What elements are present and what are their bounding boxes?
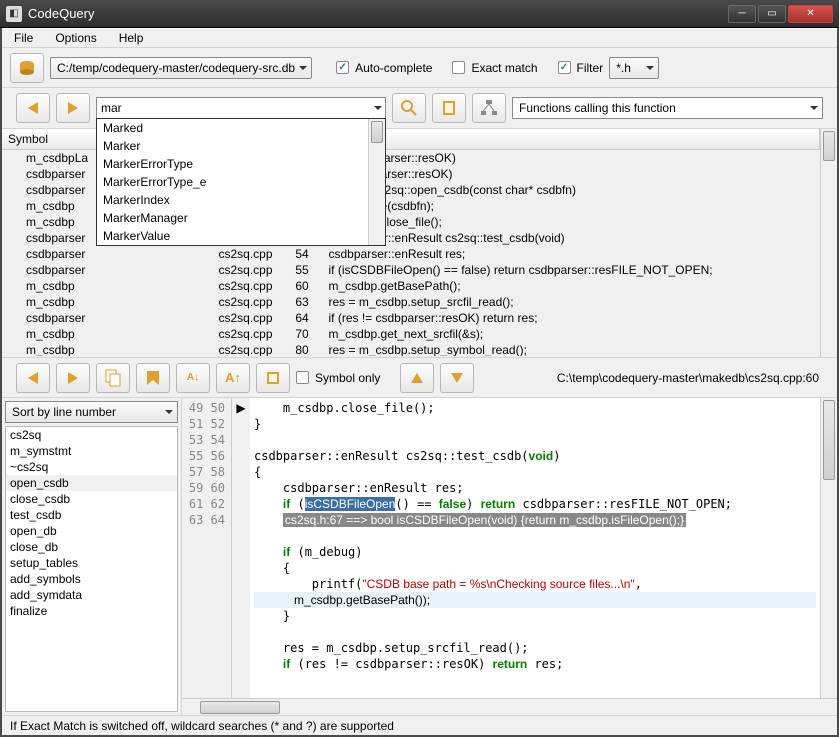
scrollbar[interactable] — [368, 119, 385, 245]
font-smaller-button[interactable]: A↓ — [176, 363, 210, 393]
menu-file[interactable]: File — [10, 29, 37, 47]
function-list-pane: Sort by line number cs2sqm_symstmt~cs2sq… — [2, 398, 182, 715]
back-button[interactable] — [16, 93, 50, 123]
autocomplete-item[interactable]: MarkerIndex — [97, 191, 368, 209]
result-row[interactable]: csdbparsercs2sq.cpp55if (isCSDBFileOpen(… — [2, 262, 820, 278]
checkbox-icon — [336, 61, 349, 74]
chevron-down-icon — [646, 66, 654, 70]
function-list-item[interactable]: close_csdb — [6, 491, 177, 507]
autocomplete-item[interactable]: Marked — [97, 119, 368, 137]
file-path-label: C:\temp\codequery-master\makedb\cs2sq.cp… — [480, 371, 823, 385]
sort-dropdown[interactable]: Sort by line number — [5, 401, 178, 423]
db-path-text: C:/temp/codequery-master/codequery-src.d… — [57, 61, 295, 75]
db-path-dropdown[interactable]: C:/temp/codequery-master/codequery-src.d… — [50, 57, 312, 79]
prev-result-button[interactable] — [16, 363, 50, 393]
search-input[interactable] — [96, 97, 386, 119]
close-button[interactable]: ✕ — [788, 5, 833, 23]
scrollbar[interactable] — [820, 129, 837, 357]
autocomplete-item[interactable]: MarkerErrorType — [97, 155, 368, 173]
autocomplete-item[interactable]: MarkerValue — [97, 227, 368, 245]
checkbox-icon — [558, 61, 571, 74]
code-viewer: 49 50 51 52 53 54 55 56 57 58 59 60 61 6… — [182, 398, 837, 715]
autocomplete-item[interactable]: MarkerManager — [97, 209, 368, 227]
function-list-item[interactable]: cs2sq — [6, 427, 177, 443]
open-editor-button[interactable] — [256, 363, 290, 393]
open-db-button[interactable] — [10, 53, 44, 83]
next-result-button[interactable] — [56, 363, 90, 393]
window-title: CodeQuery — [28, 6, 728, 21]
status-bar: If Exact Match is switched off, wildcard… — [2, 715, 837, 735]
maximize-button[interactable]: ▭ — [758, 5, 786, 23]
function-list-item[interactable]: add_symdata — [6, 587, 177, 603]
autocomplete-item[interactable]: Marker — [97, 137, 368, 155]
chevron-down-icon — [299, 66, 307, 70]
function-list-item[interactable]: test_csdb — [6, 507, 177, 523]
checkbox-icon — [452, 61, 465, 74]
function-list-item[interactable]: finalize — [6, 603, 177, 619]
prev-match-button[interactable] — [400, 363, 434, 393]
exactmatch-checkbox[interactable]: Exact match — [452, 61, 537, 75]
db-toolbar: C:/temp/codequery-master/codequery-src.d… — [2, 48, 837, 88]
font-larger-button[interactable]: A↑ — [216, 363, 250, 393]
search-toolbar: MarkedMarkerMarkerErrorTypeMarkerErrorTy… — [2, 88, 837, 128]
autocomplete-item[interactable]: MarkerErrorType_e — [97, 173, 368, 191]
menu-help[interactable]: Help — [115, 29, 148, 47]
symbol-only-checkbox[interactable]: Symbol only — [296, 371, 380, 385]
graph-button[interactable] — [472, 93, 506, 123]
function-list-item[interactable]: m_symstmt — [6, 443, 177, 459]
query-type-dropdown[interactable]: Functions calling this function — [512, 97, 823, 119]
col-header-preview[interactable] — [322, 129, 820, 150]
result-row[interactable]: m_csdbpcs2sq.cpp70m_csdbp.get_next_srcfi… — [2, 326, 820, 342]
result-row[interactable]: m_csdbpcs2sq.cpp60m_csdbp.getBasePath(); — [2, 278, 820, 294]
function-list-item[interactable]: add_symbols — [6, 571, 177, 587]
forward-button[interactable] — [56, 93, 90, 123]
scrollbar[interactable] — [820, 398, 837, 698]
title-bar: ◧ CodeQuery ─ ▭ ✕ — [0, 0, 839, 28]
bookmark-button[interactable] — [136, 363, 170, 393]
result-row[interactable]: m_csdbpcs2sq.cpp63res = m_csdbp.setup_sr… — [2, 294, 820, 310]
navigation-toolbar: A↓ A↑ Symbol only C:\temp\codequery-mast… — [2, 358, 837, 398]
function-list-item[interactable]: open_csdb — [6, 475, 177, 491]
copy-button[interactable] — [96, 363, 130, 393]
filter-checkbox[interactable]: Filter — [558, 61, 604, 75]
function-list-item[interactable]: ~cs2sq — [6, 459, 177, 475]
search-button[interactable] — [392, 93, 426, 123]
menu-options[interactable]: Options — [51, 29, 100, 47]
checkbox-icon — [296, 371, 309, 384]
function-list-item[interactable]: close_db — [6, 539, 177, 555]
scrollbar[interactable] — [182, 698, 837, 715]
chevron-down-icon[interactable] — [374, 106, 382, 110]
menu-bar: File Options Help — [2, 28, 837, 48]
result-row[interactable]: csdbparsercs2sq.cpp54csdbparser::enResul… — [2, 246, 820, 262]
next-match-button[interactable] — [440, 363, 474, 393]
paste-search-button[interactable] — [432, 93, 466, 123]
function-list-item[interactable]: open_db — [6, 523, 177, 539]
minimize-button[interactable]: ─ — [728, 5, 756, 23]
chevron-down-icon — [165, 410, 173, 414]
result-row[interactable]: csdbparsercs2sq.cpp64if (res != csdbpars… — [2, 310, 820, 326]
filter-pattern-dropdown[interactable]: *.h — [609, 57, 659, 79]
chevron-down-icon — [810, 106, 818, 110]
status-text: If Exact Match is switched off, wildcard… — [10, 719, 394, 733]
result-row[interactable]: m_csdbpcs2sq.cpp80res = m_csdbp.setup_sy… — [2, 342, 820, 356]
autocomplete-checkbox[interactable]: Auto-complete — [336, 61, 432, 75]
function-list-item[interactable]: setup_tables — [6, 555, 177, 571]
code-text[interactable]: m_csdbp.close_file(); } csdbparser::enRe… — [250, 398, 820, 698]
app-icon: ◧ — [6, 6, 22, 22]
autocomplete-popup: MarkedMarkerMarkerErrorTypeMarkerErrorTy… — [96, 118, 386, 246]
